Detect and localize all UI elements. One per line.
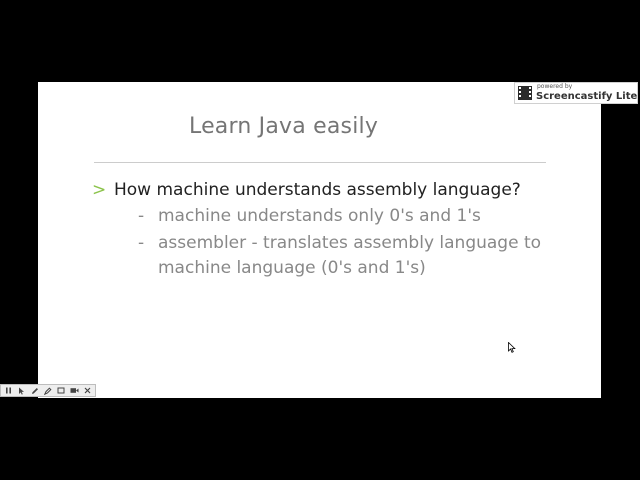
- sub-bullet-marker: -: [138, 233, 145, 253]
- sub-bullet-item: - assembler - translates assembly langua…: [138, 231, 592, 281]
- watermark-brand: Screencastify Lite: [536, 91, 638, 102]
- sub-bullet-text: machine understands only 0's and 1's: [158, 206, 481, 226]
- close-icon[interactable]: [83, 386, 92, 395]
- bullet-item: > How machine understands assembly langu…: [92, 178, 592, 202]
- sub-bullet-text: assembler - translates assembly language…: [158, 233, 542, 278]
- sub-bullet-marker: -: [138, 206, 145, 226]
- bullet-list: > How machine understands assembly langu…: [92, 178, 592, 281]
- screencastify-watermark: powered by Screencastify Lite: [514, 82, 638, 104]
- bullet-text: How machine understands assembly languag…: [114, 180, 521, 200]
- slide-title: Learn Java easily: [189, 114, 379, 139]
- presentation-slide: Learn Java easily > How machine understa…: [38, 82, 601, 398]
- screen: Learn Java easily > How machine understa…: [0, 0, 640, 480]
- title-divider: [94, 162, 546, 163]
- annotation-toolbar: [0, 384, 96, 397]
- bullet-marker: >: [92, 180, 107, 200]
- pause-icon[interactable]: [4, 386, 13, 395]
- pen-icon[interactable]: [30, 386, 39, 395]
- rectangle-icon[interactable]: [57, 386, 66, 395]
- film-strip-icon: [518, 86, 532, 100]
- pointer-icon[interactable]: [17, 386, 26, 395]
- mouse-cursor-icon: [508, 342, 516, 353]
- highlighter-icon[interactable]: [43, 386, 52, 395]
- camera-icon[interactable]: [70, 386, 79, 395]
- sub-bullet-item: - machine understands only 0's and 1's: [138, 204, 592, 229]
